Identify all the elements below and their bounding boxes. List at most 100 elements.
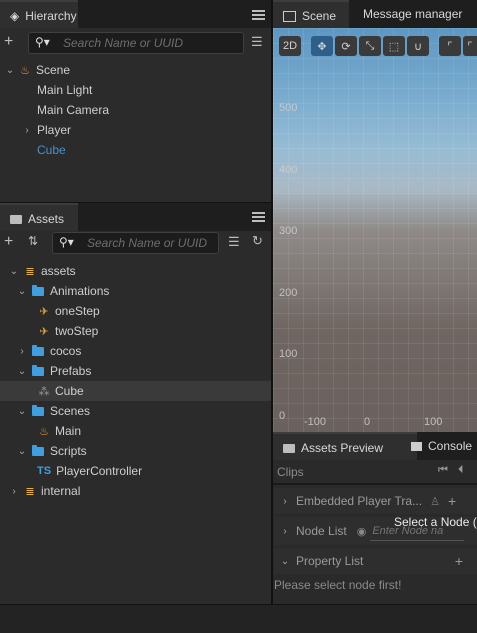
list-view-icon[interactable]: ☰ xyxy=(228,234,240,250)
layers-icon: ◈ xyxy=(10,9,20,23)
terminal-icon xyxy=(411,441,422,451)
clips-label: Clips xyxy=(277,465,304,479)
assets-search[interactable]: ⚲▾ xyxy=(52,232,219,254)
chevron-right-icon[interactable]: › xyxy=(9,486,19,497)
asset-row-prefabs[interactable]: ⌄ Prefabs xyxy=(0,361,271,381)
asset-label: Main xyxy=(55,424,82,438)
chevron-right-icon[interactable]: › xyxy=(17,346,27,357)
tab-scene[interactable]: Scene xyxy=(273,0,349,30)
x-tick: -100 xyxy=(304,416,327,428)
chevron-down-icon[interactable]: ⌄ xyxy=(17,446,27,457)
tree-node-player[interactable]: › Player xyxy=(0,120,271,140)
snap-magnet-icon[interactable]: ∪ xyxy=(407,36,429,56)
asset-label: Cube xyxy=(55,384,84,398)
folder-icon xyxy=(283,443,295,453)
asset-row-animations[interactable]: ⌄ Animations xyxy=(0,281,271,301)
tree-node-main-light[interactable]: Main Light xyxy=(0,80,271,100)
chevron-right-icon[interactable]: › xyxy=(22,125,32,136)
search-icon: ⚲▾ xyxy=(35,35,50,49)
rect-tool-icon[interactable]: ⬚ xyxy=(383,36,405,56)
chevron-down-icon[interactable]: ⌄ xyxy=(17,366,27,377)
tree-node-label: Main Camera xyxy=(37,103,110,117)
player-icon[interactable]: ♙ xyxy=(430,495,440,508)
asset-label: assets xyxy=(41,264,76,278)
asset-label: PlayerController xyxy=(56,464,143,478)
tree-node-main-camera[interactable]: Main Camera xyxy=(0,100,271,120)
asset-label: Animations xyxy=(50,284,110,298)
local-global-icon[interactable]: ⌜ xyxy=(463,36,477,56)
scene-flame-icon: ♨ xyxy=(39,425,49,438)
folder-icon xyxy=(32,404,44,416)
tab-message-manager[interactable]: Message manager xyxy=(353,0,472,28)
asset-row-cocos[interactable]: › cocos xyxy=(0,341,271,361)
embedded-player-row[interactable]: › Embedded Player Tra... ♙ + xyxy=(274,488,477,514)
tab-assets-label: Assets xyxy=(28,212,65,226)
property-list-row[interactable]: ⌄ Property List + xyxy=(274,548,477,574)
folder-icon xyxy=(10,214,22,224)
embedded-player-label: Embedded Player Tra... xyxy=(296,494,423,508)
y-tick: 500 xyxy=(279,102,298,114)
chevron-down-icon[interactable]: ⌄ xyxy=(280,556,290,567)
chevron-down-icon[interactable]: ⌄ xyxy=(17,406,27,417)
rotate-tool-icon[interactable]: ⟳ xyxy=(335,36,357,56)
asset-label: internal xyxy=(41,484,81,498)
tab-message-manager-label: Message manager xyxy=(363,7,463,21)
hierarchy-search[interactable]: ⚲▾ xyxy=(28,32,244,54)
move-tool-icon[interactable]: ✥ xyxy=(311,36,333,56)
hierarchy-search-input[interactable] xyxy=(61,34,243,52)
image-icon xyxy=(283,10,296,22)
scene-flame-icon: ♨ xyxy=(20,64,30,77)
asset-row-assets[interactable]: ⌄ ≣ assets xyxy=(0,261,271,281)
x-tick: 0 xyxy=(364,416,371,428)
list-view-icon[interactable]: ☰ xyxy=(251,34,263,50)
x-tick: 100 xyxy=(424,416,443,428)
refresh-icon[interactable]: ↻ xyxy=(252,233,263,249)
asset-row-main[interactable]: ♨ Main xyxy=(0,421,271,441)
add-asset-icon[interactable]: + xyxy=(4,233,13,251)
assets-search-input[interactable] xyxy=(85,234,218,252)
assets-menu-icon[interactable] xyxy=(252,212,265,222)
property-list-label: Property List xyxy=(296,554,364,568)
asset-row-playercontroller[interactable]: TS PlayerController xyxy=(0,461,271,481)
chevron-right-icon[interactable]: › xyxy=(280,526,290,537)
asset-row-twostep[interactable]: ✈ twoStep xyxy=(0,321,271,341)
prev-frame-icon[interactable]: ⏴ xyxy=(458,464,464,477)
chevron-right-icon[interactable]: › xyxy=(280,496,290,507)
folder-icon xyxy=(32,364,44,376)
asset-label: twoStep xyxy=(55,324,99,338)
sort-icon[interactable]: ⇅ xyxy=(28,234,38,248)
add-embedded-icon[interactable]: + xyxy=(448,493,456,509)
asset-row-scenes[interactable]: ⌄ Scenes xyxy=(0,401,271,421)
hierarchy-menu-icon[interactable] xyxy=(252,10,265,20)
scene-viewport[interactable] xyxy=(273,28,477,432)
chevron-down-icon[interactable]: ⌄ xyxy=(17,286,27,297)
y-tick: 0 xyxy=(279,410,286,422)
tree-node-label: Player xyxy=(37,123,72,137)
tree-node-cube[interactable]: Cube xyxy=(0,140,271,160)
tab-hierarchy[interactable]: ◈ Hierarchy xyxy=(0,0,78,30)
asset-row-cube[interactable]: ⁂ Cube xyxy=(0,381,271,401)
folder-icon xyxy=(32,444,44,456)
database-icon: ≣ xyxy=(25,485,35,498)
scale-tool-icon[interactable]: ⤡ xyxy=(359,36,381,56)
asset-row-internal[interactable]: › ≣ internal xyxy=(0,481,271,501)
please-select-text: Please select node first! xyxy=(274,578,402,592)
tab-assets[interactable]: Assets xyxy=(0,203,78,233)
chevron-down-icon[interactable]: ⌄ xyxy=(5,65,15,76)
tab-assets-preview[interactable]: Assets Preview xyxy=(273,432,417,462)
tree-node-scene[interactable]: ⌄ ♨ Scene xyxy=(0,60,271,80)
tab-console[interactable]: Console xyxy=(401,432,477,460)
y-tick: 300 xyxy=(279,225,298,237)
chevron-down-icon[interactable]: ⌄ xyxy=(9,266,19,277)
pivot-icon[interactable]: ⌜ xyxy=(439,36,461,56)
y-tick: 100 xyxy=(279,348,298,360)
add-node-icon[interactable]: + xyxy=(4,33,13,51)
asset-row-scripts[interactable]: ⌄ Scripts xyxy=(0,441,271,461)
select-node-hint: Select a Node ( xyxy=(394,515,477,529)
toggle-2d-button[interactable]: 2D xyxy=(279,36,301,56)
tab-hierarchy-label: Hierarchy xyxy=(25,9,77,23)
asset-row-onestep[interactable]: ✈ oneStep xyxy=(0,301,271,321)
eye-icon[interactable]: ◉ xyxy=(357,525,367,538)
jump-first-icon[interactable]: ⏮ xyxy=(438,464,448,477)
add-property-icon[interactable]: + xyxy=(455,553,463,569)
